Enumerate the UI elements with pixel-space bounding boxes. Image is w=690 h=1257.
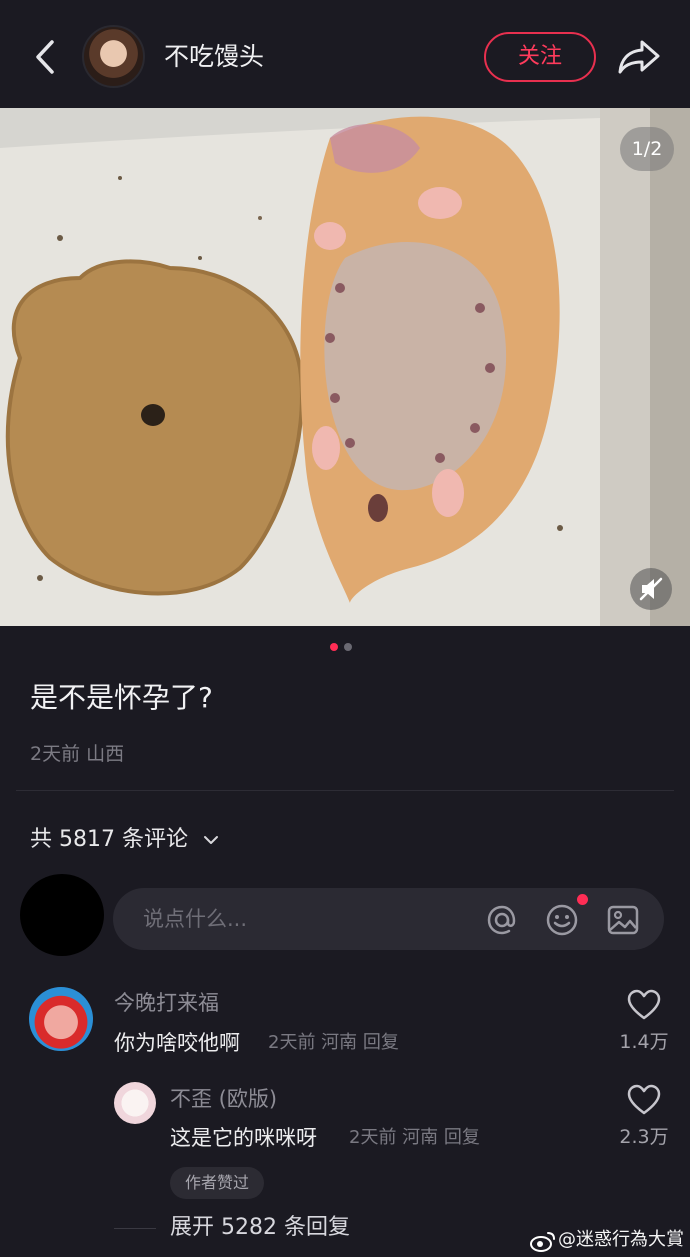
image-icon[interactable] — [605, 902, 641, 938]
share-icon[interactable] — [616, 36, 662, 76]
divider — [16, 790, 674, 791]
reply-text: 这是它的咪咪呀 — [170, 1126, 317, 1150]
carousel-indicator — [330, 643, 360, 653]
like-count: 2.3万 — [619, 1126, 669, 1148]
reply-avatar[interactable] — [114, 1082, 156, 1124]
carousel-dot-active — [330, 643, 338, 651]
chevron-down-icon[interactable] — [203, 833, 219, 847]
emoji-icon[interactable] — [544, 902, 580, 938]
my-avatar — [20, 874, 104, 956]
carousel-dot — [344, 643, 352, 651]
author-liked-badge: 作者赞过 — [170, 1167, 264, 1199]
author-name[interactable]: 不吃馒头 — [164, 40, 264, 74]
photo-counter: 1/2 — [620, 127, 674, 171]
comment-avatar[interactable] — [29, 987, 93, 1051]
author-avatar[interactable] — [82, 25, 145, 88]
watermark-text: @迷惑行為大賞 — [558, 1229, 684, 1250]
back-arrow-icon[interactable] — [26, 34, 66, 80]
weibo-icon — [530, 1232, 555, 1252]
follow-button[interactable]: 关注 — [484, 32, 596, 82]
comment-text: 你为啥咬他啊 — [114, 1031, 240, 1055]
at-icon[interactable] — [484, 902, 520, 938]
post-photo[interactable]: 1/2 — [0, 108, 690, 626]
reply-username[interactable]: 不歪 (欧版) — [170, 1084, 277, 1114]
top-bar: 不吃馒头 关注 — [0, 0, 690, 108]
reply-meta[interactable]: 2天前 河南 回复 — [349, 1122, 480, 1154]
post-title: 是不是怀孕了? — [30, 681, 213, 714]
comments-count[interactable]: 共 5817 条评论 — [30, 824, 188, 856]
expand-line — [114, 1228, 156, 1229]
mute-icon[interactable] — [630, 568, 672, 610]
comment-input[interactable]: 说点什么... — [113, 888, 664, 950]
comment-input-placeholder: 说点什么... — [143, 907, 248, 931]
like-count: 1.4万 — [619, 1031, 669, 1053]
heart-icon[interactable] — [627, 989, 661, 1021]
heart-icon[interactable] — [627, 1084, 661, 1116]
comment-meta[interactable]: 2天前 河南 回复 — [268, 1027, 399, 1059]
hamster-photo — [0, 108, 690, 626]
expand-replies-link[interactable]: 展开 5282 条回复 — [170, 1212, 350, 1244]
post-meta: 2天前 山西 — [30, 743, 125, 765]
notification-dot — [577, 894, 588, 905]
comment-username[interactable]: 今晚打来福 — [114, 988, 219, 1018]
